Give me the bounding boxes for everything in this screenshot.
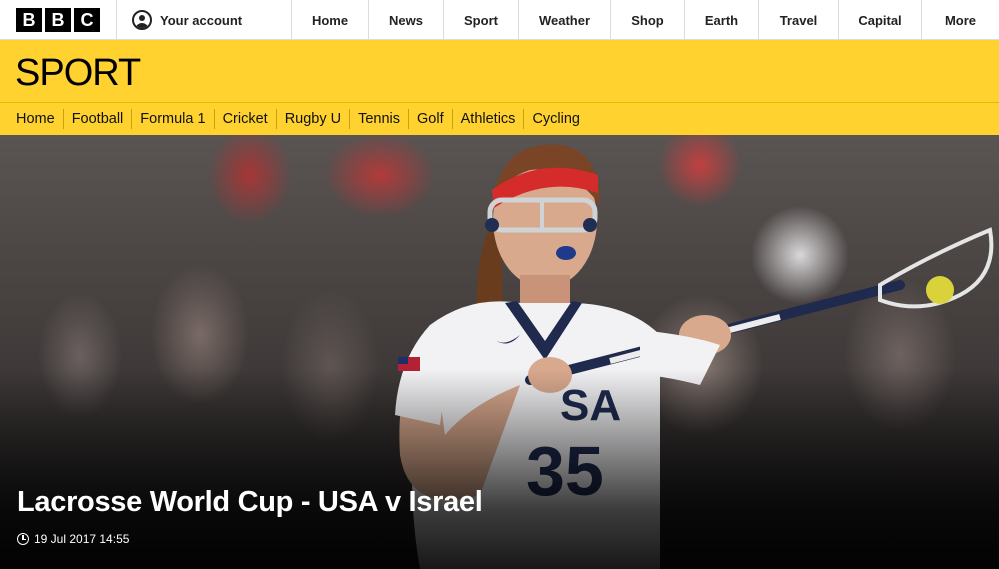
your-account-label: Your account xyxy=(160,12,243,28)
user-icon xyxy=(132,10,152,30)
nav-item-shop[interactable]: Shop xyxy=(611,0,685,40)
subnav-item-athletics[interactable]: Athletics xyxy=(453,109,525,129)
nav-item-home[interactable]: Home xyxy=(292,0,369,40)
nav-item-capital[interactable]: Capital xyxy=(839,0,922,40)
subnav-item-cricket[interactable]: Cricket xyxy=(215,109,277,129)
subnav-item-home[interactable]: Home xyxy=(8,109,64,129)
bbc-logo-letter: B xyxy=(45,8,71,32)
bbc-logo-letter: C xyxy=(74,8,100,32)
article-timestamp: 19 Jul 2017 14:55 xyxy=(34,532,130,546)
bbc-logo-letter: B xyxy=(16,8,42,32)
sport-header: SPORT xyxy=(0,40,999,103)
hero-gradient-overlay xyxy=(0,369,999,569)
clock-icon xyxy=(17,533,29,545)
article-meta: 19 Jul 2017 14:55 xyxy=(17,532,129,546)
nav-item-sport[interactable]: Sport xyxy=(444,0,519,40)
global-navigation: B B C Your account Home News Sport Weath… xyxy=(0,0,999,40)
nav-item-travel[interactable]: Travel xyxy=(759,0,839,40)
your-account-link[interactable]: Your account xyxy=(117,0,292,40)
nav-item-earth[interactable]: Earth xyxy=(685,0,759,40)
sport-section-title[interactable]: SPORT xyxy=(15,52,141,95)
nav-item-weather[interactable]: Weather xyxy=(519,0,611,40)
nav-item-more[interactable]: More xyxy=(922,0,999,40)
hero-media[interactable]: SA 35 Lacrosse World Cup - USA v Israel … xyxy=(0,135,999,569)
nav-item-news[interactable]: News xyxy=(369,0,444,40)
main-nav: Home News Sport Weather Shop Earth Trave… xyxy=(292,0,999,40)
bbc-logo[interactable]: B B C xyxy=(0,0,117,40)
subnav-item-cycling[interactable]: Cycling xyxy=(524,109,588,129)
subnav-item-formula-1[interactable]: Formula 1 xyxy=(132,109,215,129)
sport-subnav: Home Football Formula 1 Cricket Rugby U … xyxy=(0,103,999,135)
article-headline[interactable]: Lacrosse World Cup - USA v Israel xyxy=(17,486,483,519)
subnav-item-football[interactable]: Football xyxy=(64,109,133,129)
subnav-item-rugby-union[interactable]: Rugby U xyxy=(277,109,351,129)
subnav-item-golf[interactable]: Golf xyxy=(409,109,453,129)
subnav-item-tennis[interactable]: Tennis xyxy=(350,109,410,129)
